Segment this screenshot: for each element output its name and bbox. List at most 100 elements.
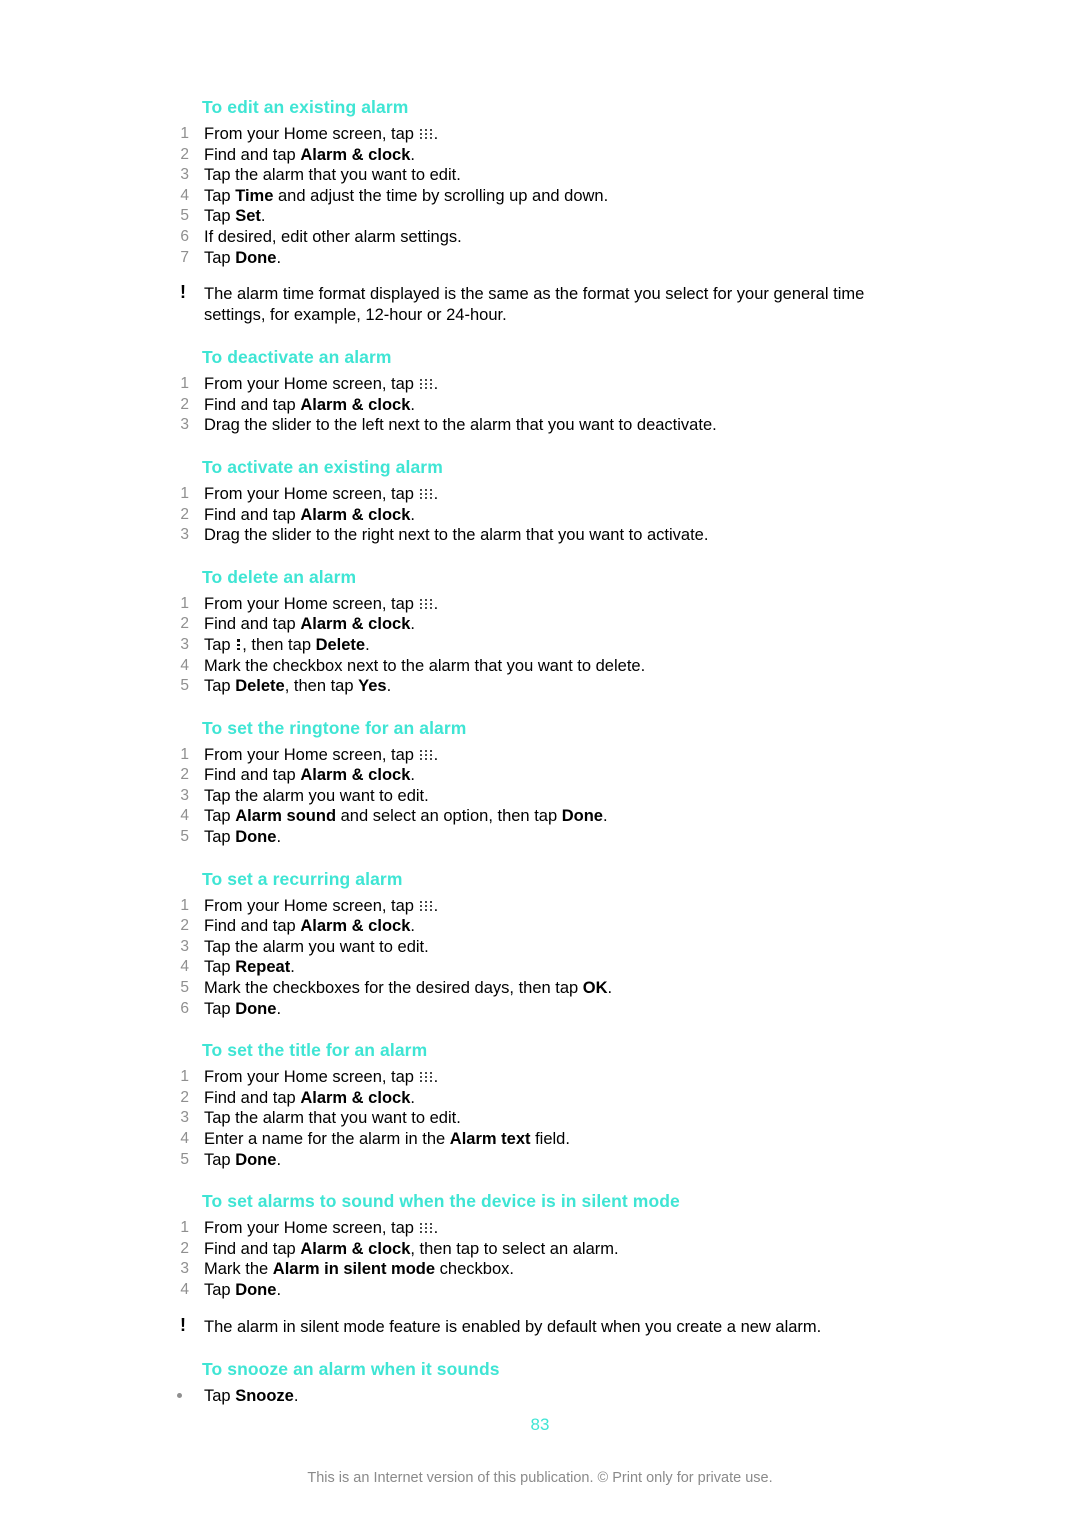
step-text: Tap Done. bbox=[204, 1150, 282, 1169]
step-item: 7 Tap Done. bbox=[172, 248, 902, 269]
step-item: 4 Tap Time and adjust the time by scrolli… bbox=[172, 186, 902, 207]
emphasised-term: Alarm & clock bbox=[300, 395, 411, 414]
step-text: Tap Time and adjust the time by scrollin… bbox=[204, 186, 609, 205]
emphasised-term: Done bbox=[235, 999, 277, 1018]
step-item: 4 Tap Done. bbox=[172, 1280, 902, 1301]
step-number: 3 bbox=[180, 1260, 189, 1278]
section-heading: To set the title for an alarm bbox=[202, 1040, 428, 1061]
section-heading: To snooze an alarm when it sounds bbox=[202, 1358, 500, 1379]
section-heading: To activate an existing alarm bbox=[202, 456, 443, 477]
step-number: 3 bbox=[180, 786, 189, 804]
app-grid-icon bbox=[419, 1223, 433, 1234]
step-text: From your Home screen, tap . bbox=[204, 1068, 439, 1087]
step-text: From your Home screen, tap . bbox=[204, 1219, 439, 1238]
step-item: 3 Tap the alarm that you want to edit. bbox=[172, 1108, 902, 1129]
numbered-step-list: 1 From your Home screen, tap . 2 Find and t… bbox=[172, 1218, 902, 1300]
step-text: Find and tap Alarm & clock. bbox=[204, 395, 415, 414]
step-item: 1 From your Home screen, tap . bbox=[172, 1067, 902, 1088]
page-number: 83 bbox=[530, 1415, 550, 1434]
numbered-step-list: 1 From your Home screen, tap . 2 Find and t… bbox=[172, 594, 902, 697]
step-text: Find and tap Alarm & clock. bbox=[204, 505, 415, 524]
step-number: 7 bbox=[180, 248, 189, 266]
step-text: Tap the alarm you want to edit. bbox=[204, 786, 429, 805]
step-number: 4 bbox=[180, 958, 189, 976]
step-item: 1 From your Home screen, tap . bbox=[172, 484, 902, 505]
step-item: 1 From your Home screen, tap . bbox=[172, 124, 902, 145]
step-number: 1 bbox=[180, 594, 189, 612]
note-callout: ! The alarm time format displayed is the … bbox=[172, 282, 902, 326]
step-text: Tap Alarm sound and select an option, th… bbox=[204, 807, 608, 826]
step-number: 2 bbox=[180, 917, 189, 935]
step-text: Tap Done. bbox=[204, 248, 282, 267]
instruction-section: To edit an existing alarm 1 From your Home… bbox=[172, 96, 902, 326]
numbered-step-list: 1 From your Home screen, tap . 2 Find and t… bbox=[172, 124, 902, 268]
step-text: Tap Set. bbox=[204, 207, 266, 226]
step-item: 5 Tap Set. bbox=[172, 206, 902, 227]
step-text: Tap the alarm that you want to edit. bbox=[204, 166, 461, 185]
step-item: 4 Tap Repeat. bbox=[172, 957, 902, 978]
step-number: 4 bbox=[180, 1130, 189, 1147]
instruction-section: To activate an existing alarm 1 From your … bbox=[172, 456, 902, 546]
exclamation-icon: ! bbox=[180, 282, 186, 303]
step-item: 4 Mark the checkbox next to the alarm tha… bbox=[172, 656, 902, 677]
step-item: 1 From your Home screen, tap . bbox=[172, 896, 902, 917]
step-number: 1 bbox=[180, 896, 189, 914]
emphasised-term: Alarm & clock bbox=[300, 1239, 411, 1258]
step-number: 2 bbox=[180, 395, 189, 413]
step-number: 1 bbox=[180, 1219, 189, 1237]
step-number: 3 bbox=[180, 937, 189, 955]
step-item: 5 Tap Delete, then tap Yes. bbox=[172, 676, 902, 697]
instruction-section: To set the title for an alarm 1 From your … bbox=[172, 1039, 902, 1170]
emphasised-term: Done bbox=[235, 828, 277, 847]
emphasised-term: Alarm sound bbox=[235, 807, 337, 826]
step-number: 2 bbox=[180, 615, 189, 633]
step-text: Find and tap Alarm & clock. bbox=[204, 1088, 415, 1107]
step-number: 5 bbox=[180, 677, 189, 695]
step-item: 3 Tap the alarm you want to edit. bbox=[172, 786, 902, 807]
section-heading: To edit an existing alarm bbox=[202, 97, 409, 117]
step-text: Drag the slider to the right next to the… bbox=[204, 526, 709, 545]
numbered-step-list: 1 From your Home screen, tap . 2 Find and t… bbox=[172, 896, 902, 1020]
emphasised-term: Delete bbox=[235, 677, 285, 696]
step-item: 5 Mark the checkboxes for the desired day… bbox=[172, 978, 902, 999]
emphasised-term: Yes bbox=[358, 677, 387, 696]
step-number: 2 bbox=[180, 1088, 189, 1106]
step-text: Tap Done. bbox=[204, 999, 282, 1018]
step-text: Tap the alarm you want to edit. bbox=[204, 937, 429, 956]
step-number: 3 bbox=[180, 416, 189, 434]
step-text: Mark the Alarm in silent mode checkbox. bbox=[204, 1260, 514, 1279]
step-text: Find and tap Alarm & clock, then tap to … bbox=[204, 1239, 619, 1258]
step-item: 4 Enter a name for the alarm in the Alarm… bbox=[172, 1129, 902, 1150]
app-grid-icon bbox=[419, 129, 433, 140]
document-page: To edit an existing alarm 1 From your Home… bbox=[0, 0, 1080, 1527]
emphasised-term: Delete bbox=[315, 635, 366, 654]
step-number: 6 bbox=[180, 999, 189, 1017]
emphasised-term: Alarm & clock bbox=[300, 145, 411, 164]
step-item: 2 Find and tap Alarm & clock. bbox=[172, 395, 902, 416]
step-number: 2 bbox=[180, 1239, 189, 1257]
emphasised-term: Done bbox=[235, 248, 277, 267]
step-number: 3 bbox=[180, 635, 189, 653]
numbered-step-list: 1 From your Home screen, tap . 2 Find and t… bbox=[172, 1067, 902, 1170]
step-item: 6 If desired, edit other alarm settings. bbox=[172, 227, 902, 248]
instruction-section: To set the ringtone for an alarm 1 From yo… bbox=[172, 717, 902, 848]
page-content: To edit an existing alarm 1 From your Home… bbox=[172, 96, 902, 1426]
emphasised-term: Alarm & clock bbox=[300, 1088, 411, 1107]
step-item: 2 Find and tap Alarm & clock. bbox=[172, 1088, 902, 1109]
step-text: Tap the alarm that you want to edit. bbox=[204, 1109, 461, 1128]
vertical-dots-icon bbox=[236, 639, 241, 651]
emphasised-term: Alarm & clock bbox=[300, 766, 411, 785]
step-number: 2 bbox=[180, 766, 189, 784]
note-callout: ! The alarm in silent mode feature is ena… bbox=[172, 1314, 902, 1338]
exclamation-icon: ! bbox=[180, 1314, 186, 1335]
app-grid-icon bbox=[419, 749, 433, 761]
step-text: From your Home screen, tap . bbox=[204, 484, 439, 503]
step-number: 5 bbox=[180, 828, 189, 846]
emphasised-term: Snooze bbox=[235, 1386, 294, 1405]
step-item: 2 Find and tap Alarm & clock. bbox=[172, 505, 902, 526]
step-number: 5 bbox=[180, 1150, 189, 1168]
section-heading: To deactivate an alarm bbox=[202, 347, 392, 368]
step-number: 4 bbox=[180, 807, 189, 825]
step-text: From your Home screen, tap . bbox=[204, 375, 439, 394]
instruction-section: To set alarms to sound when the device i… bbox=[172, 1190, 902, 1337]
